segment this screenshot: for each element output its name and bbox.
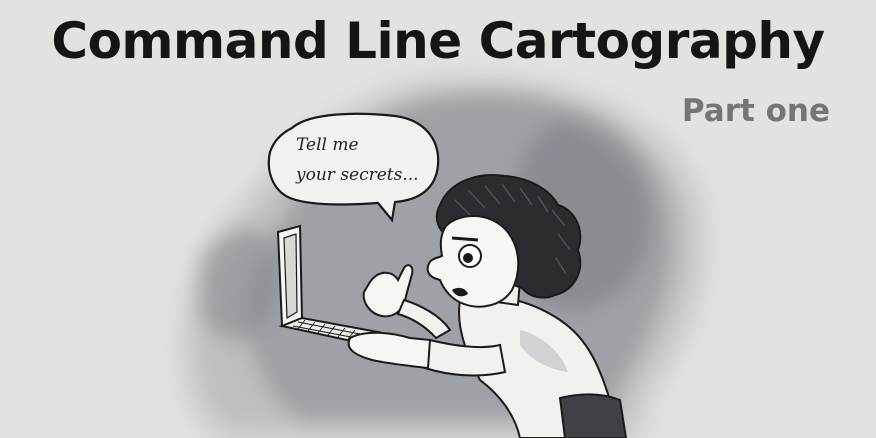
page-title: Command Line Cartography [51, 12, 825, 70]
banner: Tell me your secrets... Command Line Car… [0, 0, 876, 438]
page-subtitle: Part one [681, 93, 830, 129]
speech-bubble-line-1: Tell me [296, 135, 359, 155]
speech-bubble-line-2: your secrets... [295, 165, 419, 185]
